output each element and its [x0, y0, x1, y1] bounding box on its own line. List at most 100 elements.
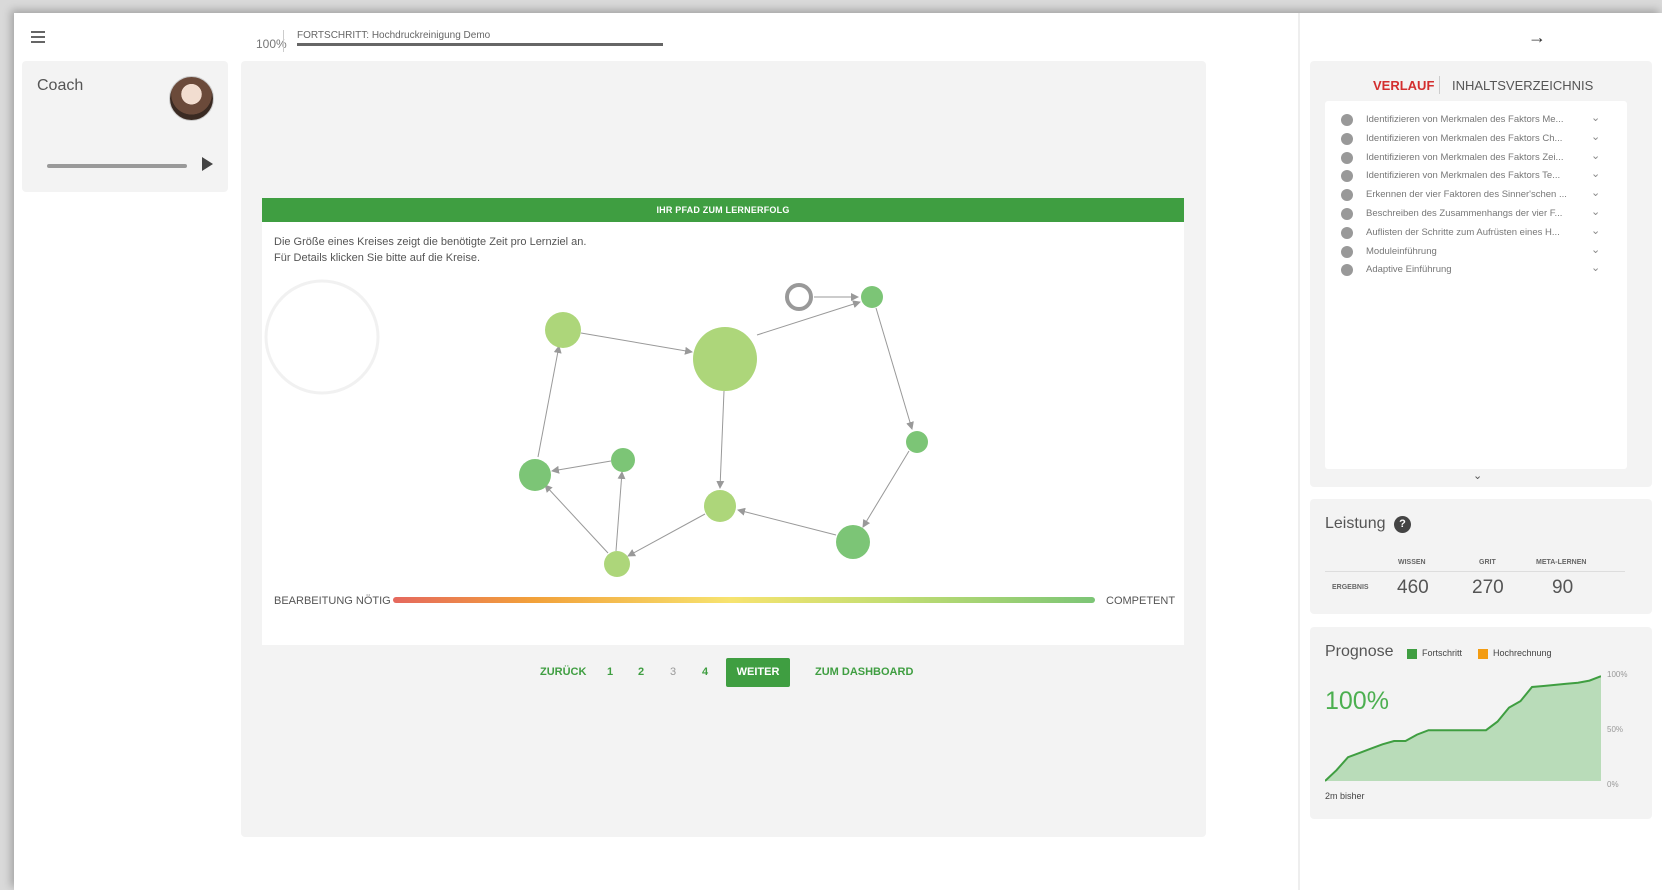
course-progress-bar	[297, 43, 663, 46]
legend-label-hochrechnung: Hochrechnung	[1493, 648, 1552, 658]
graph-edge	[737, 507, 837, 536]
watermark-logo	[264, 279, 380, 395]
graph-edge	[862, 450, 910, 528]
toc-item[interactable]: Identifizieren von Merkmalen des Faktors…	[1325, 167, 1627, 185]
coach-card: Coach	[22, 61, 228, 192]
graph-node[interactable]	[611, 448, 635, 472]
graph-node[interactable]	[704, 490, 736, 522]
toc-item-label: Auflisten der Schritte zum Aufrüsten ein…	[1366, 226, 1560, 238]
graph-node[interactable]	[861, 286, 883, 308]
forecast-footer: 2m bisher	[1325, 791, 1365, 801]
graph-node[interactable]	[545, 312, 581, 348]
dashboard-button[interactable]: ZUM DASHBOARD	[815, 666, 913, 678]
arrow-right-icon[interactable]: →	[1528, 27, 1546, 48]
toc-item[interactable]: Auflisten der Schritte zum Aufrüsten ein…	[1325, 224, 1627, 242]
toc-item-label: Identifizieren von Merkmalen des Faktors…	[1366, 114, 1564, 125]
chevron-down-icon[interactable]: ⌄	[1591, 149, 1600, 162]
page-2-link[interactable]: 2	[638, 666, 644, 678]
status-dot-icon	[1341, 245, 1353, 258]
status-dot-icon	[1341, 114, 1353, 126]
performance-title: Leistung	[1325, 515, 1386, 532]
toc-item[interactable]: Erkennen der vier Faktoren des Sinner'sc…	[1325, 186, 1627, 204]
graph-nodes	[519, 283, 928, 577]
tab-verlauf[interactable]: VERLAUF	[1373, 78, 1434, 93]
toc-item[interactable]: Moduleinführung ⌄	[1325, 243, 1627, 261]
axis-label-0: 0%	[1607, 780, 1619, 789]
page-3-link[interactable]: 3	[670, 666, 676, 678]
chevron-down-icon[interactable]: ⌄	[1591, 224, 1600, 237]
graph-node[interactable]	[519, 459, 551, 491]
chevron-down-icon[interactable]: ⌄	[1591, 186, 1600, 199]
performance-divider	[1325, 571, 1625, 572]
toc-item[interactable]: Adaptive Einführung ⌄	[1325, 261, 1627, 279]
learning-path-header: IHR PFAD ZUM LERNERFOLG	[262, 198, 1184, 222]
toc-item-label: Identifizieren von Merkmalen des Faktors…	[1366, 170, 1561, 182]
status-dot-icon	[1341, 226, 1353, 239]
coach-title: Coach	[37, 77, 84, 94]
status-dot-icon	[1341, 208, 1353, 220]
play-icon[interactable]	[202, 157, 213, 171]
performance-value-meta-lernen: 90	[1552, 577, 1574, 598]
performance-value-grit: 270	[1472, 577, 1504, 598]
back-button[interactable]: ZURÜCK	[540, 666, 586, 678]
tab-inhaltsverzeichnis[interactable]: INHALTSVERZEICHNIS	[1452, 78, 1593, 93]
graph-edge	[537, 345, 562, 458]
performance-value-wissen: 460	[1397, 577, 1429, 598]
toc-item-label: Identifizieren von Merkmalen des Faktors…	[1366, 132, 1563, 144]
graph-edge	[580, 332, 693, 355]
graph-edge	[615, 471, 626, 552]
content-area: IHR PFAD ZUM LERNERFOLG Die Größe eines …	[241, 61, 1206, 837]
help-icon[interactable]: ?	[1394, 516, 1411, 533]
graph-node[interactable]	[604, 551, 630, 577]
status-dot-icon	[1341, 132, 1353, 145]
audio-progress-track[interactable]	[47, 164, 187, 168]
legend-label-fortschritt: Fortschritt	[1422, 648, 1463, 658]
legend-swatch-fortschritt	[1407, 649, 1417, 659]
chevron-down-icon[interactable]: ⌄	[1473, 469, 1482, 482]
toc-item-label: Erkennen der vier Faktoren des Sinner'sc…	[1366, 189, 1567, 201]
toc-item-label: Moduleinführung	[1366, 245, 1437, 257]
chevron-down-icon[interactable]: ⌄	[1591, 261, 1600, 274]
legend-swatch-hochrechnung	[1478, 649, 1488, 659]
graph-node[interactable]	[693, 327, 757, 391]
chevron-down-icon[interactable]: ⌄	[1591, 167, 1600, 180]
page-1-link[interactable]: 1	[607, 666, 613, 678]
axis-label-100: 100%	[1607, 670, 1628, 679]
toc-item-label: Adaptive Einführung	[1366, 264, 1452, 276]
right-sidebar: → VERLAUF INHALTSVERZEICHNIS Identifizie…	[1298, 13, 1662, 890]
competence-gradient-bar	[393, 597, 1095, 603]
status-dot-icon	[1341, 264, 1353, 277]
forecast-card: Prognose Fortschritt Hochrechnung 100% 1…	[1310, 627, 1652, 819]
graph-edge	[544, 484, 609, 554]
axis-label-50: 50%	[1607, 725, 1624, 734]
performance-card: Leistung ? WISSEN GRIT META-LERNEN ERGEB…	[1310, 499, 1652, 614]
chevron-down-icon[interactable]: ⌄	[1591, 111, 1600, 124]
main-column: 100% FORTSCHRITT: Hochdruckreinigung Dem…	[14, 13, 1296, 890]
tab-divider	[1439, 76, 1440, 94]
performance-row-label: ERGEBNIS	[1332, 584, 1369, 591]
graph-edge	[875, 307, 914, 430]
progress-label: FORTSCHRITT: Hochdruckreinigung Demo	[297, 30, 491, 41]
toc-item[interactable]: Identifizieren von Merkmalen des Faktors…	[1325, 111, 1627, 129]
graph-node[interactable]	[836, 525, 870, 559]
toc-item[interactable]: Beschreiben des Zusammenhangs der vier F…	[1325, 205, 1627, 223]
chevron-down-icon[interactable]: ⌄	[1591, 130, 1600, 143]
graph-node[interactable]	[906, 431, 928, 453]
graph-edge	[551, 460, 612, 474]
hamburger-menu-icon[interactable]	[31, 31, 45, 43]
chevron-down-icon[interactable]: ⌄	[1591, 205, 1600, 218]
toc-list: Identifizieren von Merkmalen des Faktors…	[1325, 101, 1627, 469]
learning-path-graph	[264, 279, 928, 577]
toc-item[interactable]: Identifizieren von Merkmalen des Faktors…	[1325, 130, 1627, 148]
status-dot-icon	[1341, 189, 1353, 202]
performance-col-meta-lernen: META-LERNEN	[1536, 559, 1587, 566]
avatar	[169, 76, 214, 121]
next-button[interactable]: WEITER	[726, 658, 790, 687]
course-progress-fill	[297, 43, 663, 46]
chevron-down-icon[interactable]: ⌄	[1591, 243, 1600, 256]
toc-item-label: Identifizieren von Merkmalen des Faktors…	[1366, 151, 1564, 163]
page-4-link[interactable]: 4	[702, 666, 708, 678]
toc-item[interactable]: Identifizieren von Merkmalen des Faktors…	[1325, 149, 1627, 167]
graph-node-start[interactable]	[785, 283, 813, 311]
toc-item-label: Beschreiben des Zusammenhangs der vier F…	[1366, 208, 1563, 219]
